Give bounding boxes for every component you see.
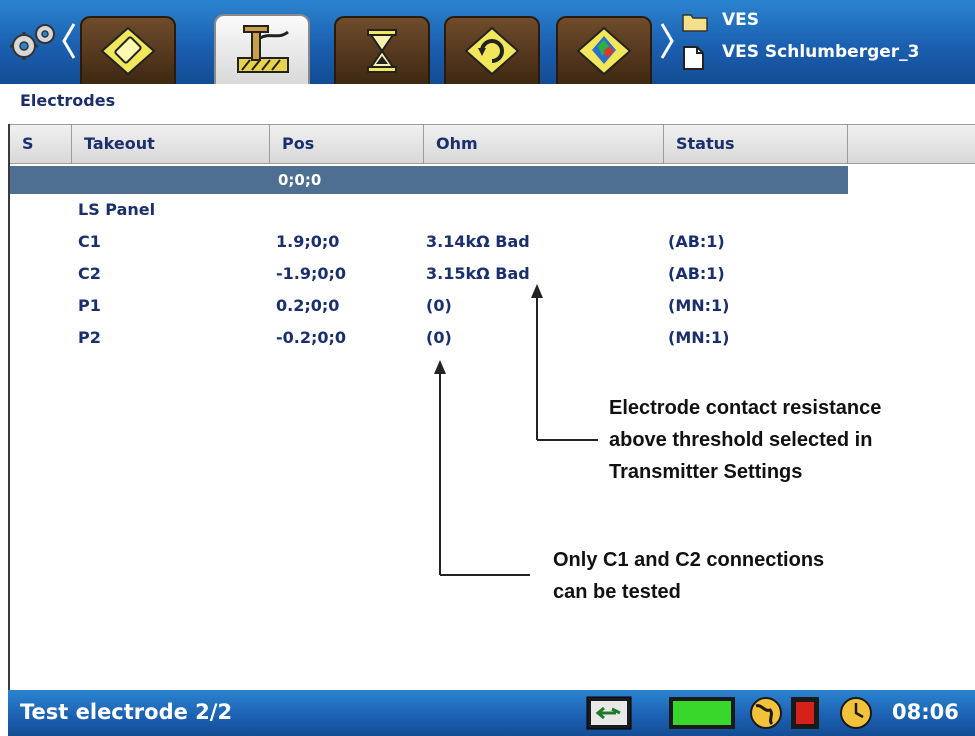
annotation-line: can be tested <box>553 581 681 603</box>
annotation-line: Electrode contact resistance <box>609 397 882 419</box>
connections-annotation: Only C1 and C2 connections can be tested <box>553 544 824 608</box>
connection-icon[interactable] <box>586 696 632 730</box>
annotation-arrows <box>434 284 598 576</box>
resistance-annotation: Electrode contact resistance above thres… <box>609 392 881 488</box>
clock-icon[interactable] <box>838 696 874 730</box>
status-text: Test electrode 2/2 <box>20 700 233 724</box>
connections-arrow <box>439 372 530 576</box>
battery-icon[interactable] <box>668 696 738 730</box>
gps-globe-icon[interactable] <box>748 696 784 730</box>
annotation-line: above threshold selected in <box>609 429 873 451</box>
record-indicator-icon[interactable] <box>790 696 820 730</box>
resistance-arrowhead <box>531 284 543 298</box>
clock-time: 08:06 <box>892 700 959 724</box>
annotation-line: Transmitter Settings <box>609 461 803 483</box>
connections-arrowhead <box>434 360 446 374</box>
resistance-arrow <box>536 296 598 441</box>
status-bar: Test electrode 2/2 08:06 <box>8 690 975 736</box>
annotation-line: Only C1 and C2 connections <box>553 549 825 571</box>
